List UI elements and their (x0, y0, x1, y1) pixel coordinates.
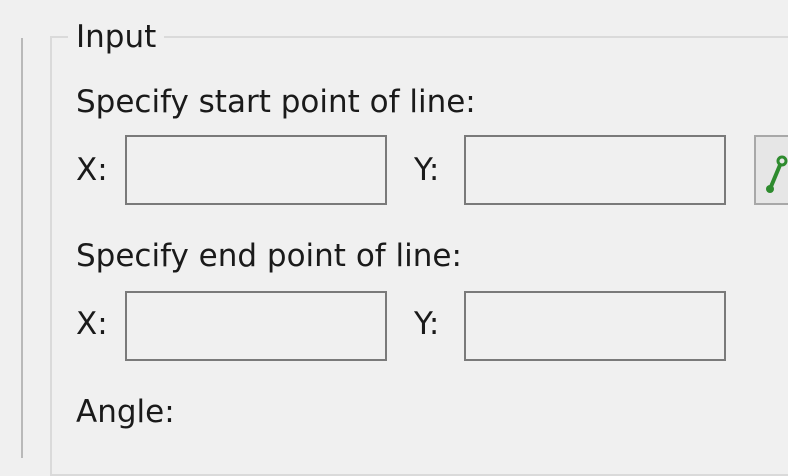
pick-line-points-icon (766, 155, 788, 193)
pick-line-points-button[interactable] (754, 135, 788, 205)
input-group-title: Input (68, 17, 165, 57)
end-point-label: Specify end point of line: (76, 238, 462, 274)
end-x-label: X: (76, 306, 108, 342)
start-point-label: Specify start point of line: (76, 84, 476, 120)
panel-divider (21, 38, 23, 458)
start-y-label: Y: (414, 152, 440, 188)
end-x-input[interactable] (125, 291, 387, 361)
start-x-label: X: (76, 152, 108, 188)
start-y-input[interactable] (464, 135, 726, 205)
start-x-input[interactable] (125, 135, 387, 205)
end-y-label: Y: (414, 306, 440, 342)
angle-label: Angle: (76, 394, 175, 430)
end-y-input[interactable] (464, 291, 726, 361)
